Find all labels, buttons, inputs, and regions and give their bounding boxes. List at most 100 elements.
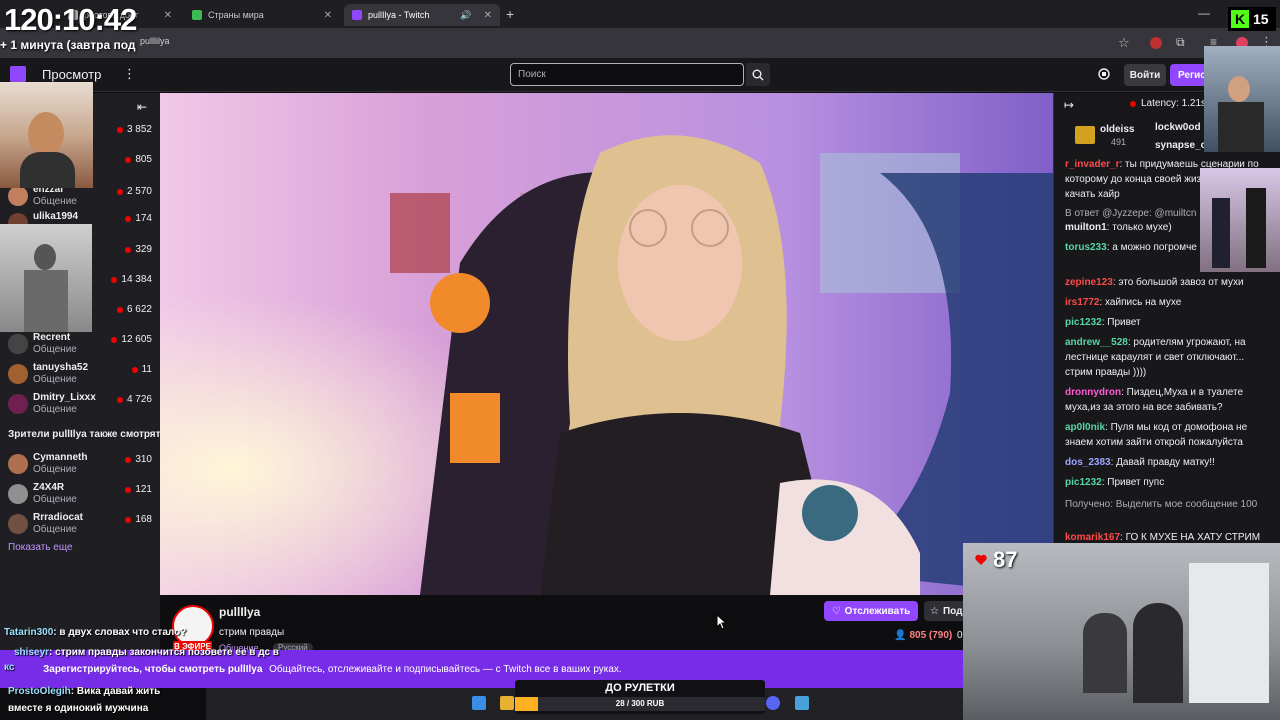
fridge-shape	[1189, 563, 1269, 703]
search-icon	[752, 69, 764, 80]
new-tab-icon[interactable]: +	[506, 6, 514, 22]
body-shape	[20, 152, 75, 188]
close-tab-icon[interactable]: ✕	[484, 10, 492, 21]
crown-icon[interactable]	[1097, 67, 1111, 81]
also-watch-item[interactable]: Cymanneth Общение 310	[0, 450, 160, 480]
latency-text: Latency: 1.21s	[1141, 98, 1207, 109]
viewer-count-value: 310	[135, 454, 152, 465]
show-more-link[interactable]: Показать еще	[8, 542, 73, 553]
file-explorer-icon[interactable]	[500, 696, 514, 710]
channel-name: Dmitry_Lixxx	[33, 392, 96, 403]
live-dot-icon	[125, 516, 132, 523]
kick-count: 15	[1253, 11, 1269, 27]
viewer-count-value: 805	[135, 154, 152, 165]
minimize-icon[interactable]: —	[1198, 6, 1210, 20]
chat-username[interactable]: r_invader_r	[1065, 159, 1119, 170]
kick-badge: K 15	[1228, 7, 1276, 31]
chat-username[interactable]: andrew__528	[1065, 337, 1128, 348]
also-watch-item[interactable]: Z4X4R Общение 121	[0, 480, 160, 510]
viewer-count: 168	[125, 514, 152, 525]
viewer-count-value: 11	[141, 364, 152, 375]
overlay-chat-user: Tatarin300	[4, 627, 54, 638]
collapse-sidebar-icon[interactable]: ⇤	[137, 100, 147, 114]
sidebar-channel-item[interactable]: Dmitry_Lixxx Общение 4 726	[0, 390, 160, 420]
puzzle-icon[interactable]: ⧉	[1176, 35, 1185, 50]
sidebar-channel-item[interactable]: tanuysha52 Общение 11	[0, 360, 160, 390]
chat-username[interactable]: dos_2383	[1065, 457, 1111, 468]
chat-message: zepine123: это большой завоз от мухи	[1065, 275, 1265, 290]
discord-icon[interactable]	[766, 696, 780, 710]
channel-name: Cymanneth	[33, 452, 88, 463]
audio-icon[interactable]: 🔊	[460, 10, 471, 21]
browser-tab-bar: ростова дост ✕ Страны мира ✕ pullIlya - …	[0, 0, 1280, 28]
notepad-icon[interactable]	[795, 696, 809, 710]
heart-icon: ♡	[831, 605, 841, 617]
chat-username[interactable]: komarik167	[1065, 532, 1120, 543]
close-tab-icon[interactable]: ✕	[324, 10, 332, 21]
more-menu-icon[interactable]: ⋮	[123, 66, 136, 82]
stream-title: стрим правды	[219, 627, 285, 638]
overlay-chat-user: кс	[4, 662, 15, 673]
twitch-logo-icon[interactable]	[10, 66, 26, 82]
channel-name: Z4X4R	[33, 482, 65, 493]
channel-category: Общение	[33, 374, 77, 385]
chat-username[interactable]: ap0l0nik	[1065, 422, 1105, 433]
chat-message: ap0l0nik: Пуля мы код от домофона не зна…	[1065, 420, 1265, 450]
top-chatter-count: 491	[1111, 137, 1127, 147]
channel-category: Общение	[33, 494, 77, 505]
url-text[interactable]: pulllilya	[140, 36, 170, 46]
chat-username[interactable]: torus233	[1065, 242, 1107, 253]
chat-text: : Привет пупс	[1101, 477, 1165, 488]
chat-message: andrew__528: родителям угрожают, на лест…	[1065, 335, 1265, 380]
address-bar[interactable]: ☆ ⧉ ≡ ⋮	[0, 28, 1280, 58]
browser-tab-3[interactable]: pullIlya - Twitch 🔊 ✕	[344, 4, 500, 26]
chat-username[interactable]: pic1232	[1065, 317, 1102, 328]
chat-message: dronnydron: Пиздец,Муха и в туалете муха…	[1065, 385, 1265, 415]
viewer-count-value: 168	[135, 514, 152, 525]
overlay-chat-text: : Вика давай жить	[70, 686, 161, 697]
top-chatters: oldeiss 491 lockw0od synapse_o	[1075, 120, 1207, 160]
video-player[interactable]	[160, 93, 1053, 595]
chat-text: : Привет	[1101, 317, 1141, 328]
subscribe-button[interactable]: ☆ Подписаться	[924, 601, 964, 621]
chat-username[interactable]: zepine123	[1065, 277, 1113, 288]
chat-username[interactable]: dronnydron	[1065, 387, 1121, 398]
search-input[interactable]: Поиск	[510, 63, 744, 86]
chat-username[interactable]: muilton1	[1065, 222, 1107, 233]
extension-icon[interactable]	[1150, 37, 1162, 49]
donation-progress-value: 28 / 300 RUB	[615, 699, 665, 708]
chat-text: : только мухе)	[1106, 222, 1172, 233]
star-icon[interactable]: ☆	[1118, 35, 1130, 51]
also-watch-item[interactable]: Rrradiocat Общение 168	[0, 510, 160, 540]
top-chatter-name: oldeiss	[1100, 124, 1135, 135]
channel-category: Общение	[33, 196, 77, 207]
also-watch-heading: Зрители pullIlya также смотрят	[8, 429, 161, 440]
close-tab-icon[interactable]: ✕	[164, 10, 172, 21]
chat-message: irs1772: хайпись на мухе	[1065, 295, 1265, 310]
subathon-timer: 120:10:42	[4, 2, 137, 37]
overlay-chat-text: : в двух словах что стало?	[53, 627, 187, 638]
expand-chat-icon[interactable]: ↦	[1064, 98, 1074, 112]
live-dot-icon	[116, 396, 123, 403]
chat-message: Получено: Выделить мое сообщение 100	[1065, 497, 1265, 512]
mouse-cursor-icon	[716, 614, 728, 630]
viewer-count: 329	[125, 244, 152, 255]
webcam-overlay-2	[0, 224, 92, 332]
browser-tab-2[interactable]: Страны мира ✕	[184, 4, 340, 26]
login-button[interactable]: Войти	[1124, 64, 1166, 86]
webcam-overlay-4	[1200, 168, 1280, 272]
tab-favicon-icon	[192, 10, 202, 20]
sidebar-channel-item[interactable]: Recrent Общение	[0, 330, 160, 360]
windows-start-icon[interactable]	[472, 696, 486, 710]
browse-link[interactable]: Просмотр	[42, 67, 101, 82]
crown-badge-icon	[1075, 126, 1095, 144]
channel-name[interactable]: pullIlya	[219, 605, 260, 619]
viewer-count-value: 6 622	[126, 304, 152, 315]
chat-username[interactable]: pic1232	[1065, 477, 1102, 488]
search-button[interactable]	[746, 63, 770, 86]
streamer-webcam-overlay	[0, 82, 93, 188]
follow-button[interactable]: ♡ Отслеживать	[824, 601, 918, 621]
overlay-chat-line: Tatarin300: в двух словах что стало?	[4, 627, 186, 638]
person-icon: 👤	[894, 630, 907, 641]
chat-username[interactable]: irs1772	[1065, 297, 1099, 308]
